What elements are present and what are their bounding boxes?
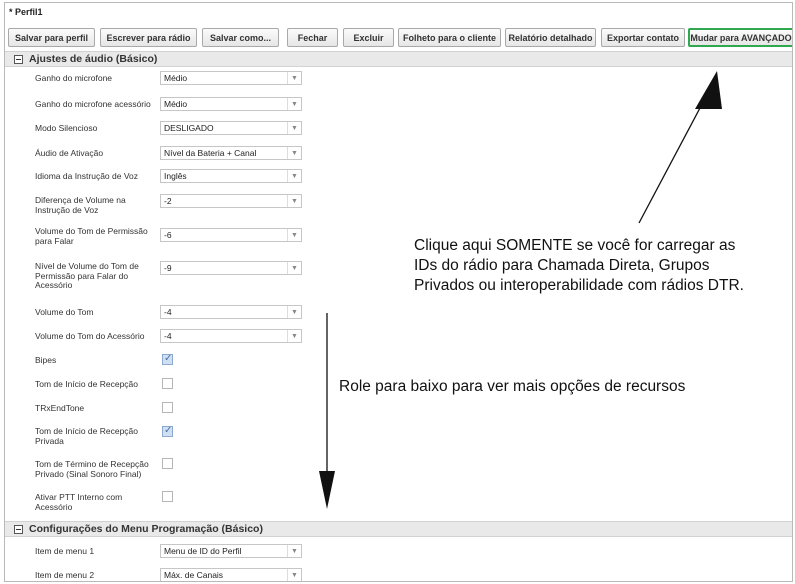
pointer-arrow-line [638, 90, 710, 224]
annotation-arrows [319, 71, 722, 509]
scroll-arrowhead [319, 471, 335, 509]
pointer-arrowhead [695, 71, 722, 109]
profile-editor-window: * Perfil1 Salvar para perfil Escrever pa… [4, 2, 793, 582]
